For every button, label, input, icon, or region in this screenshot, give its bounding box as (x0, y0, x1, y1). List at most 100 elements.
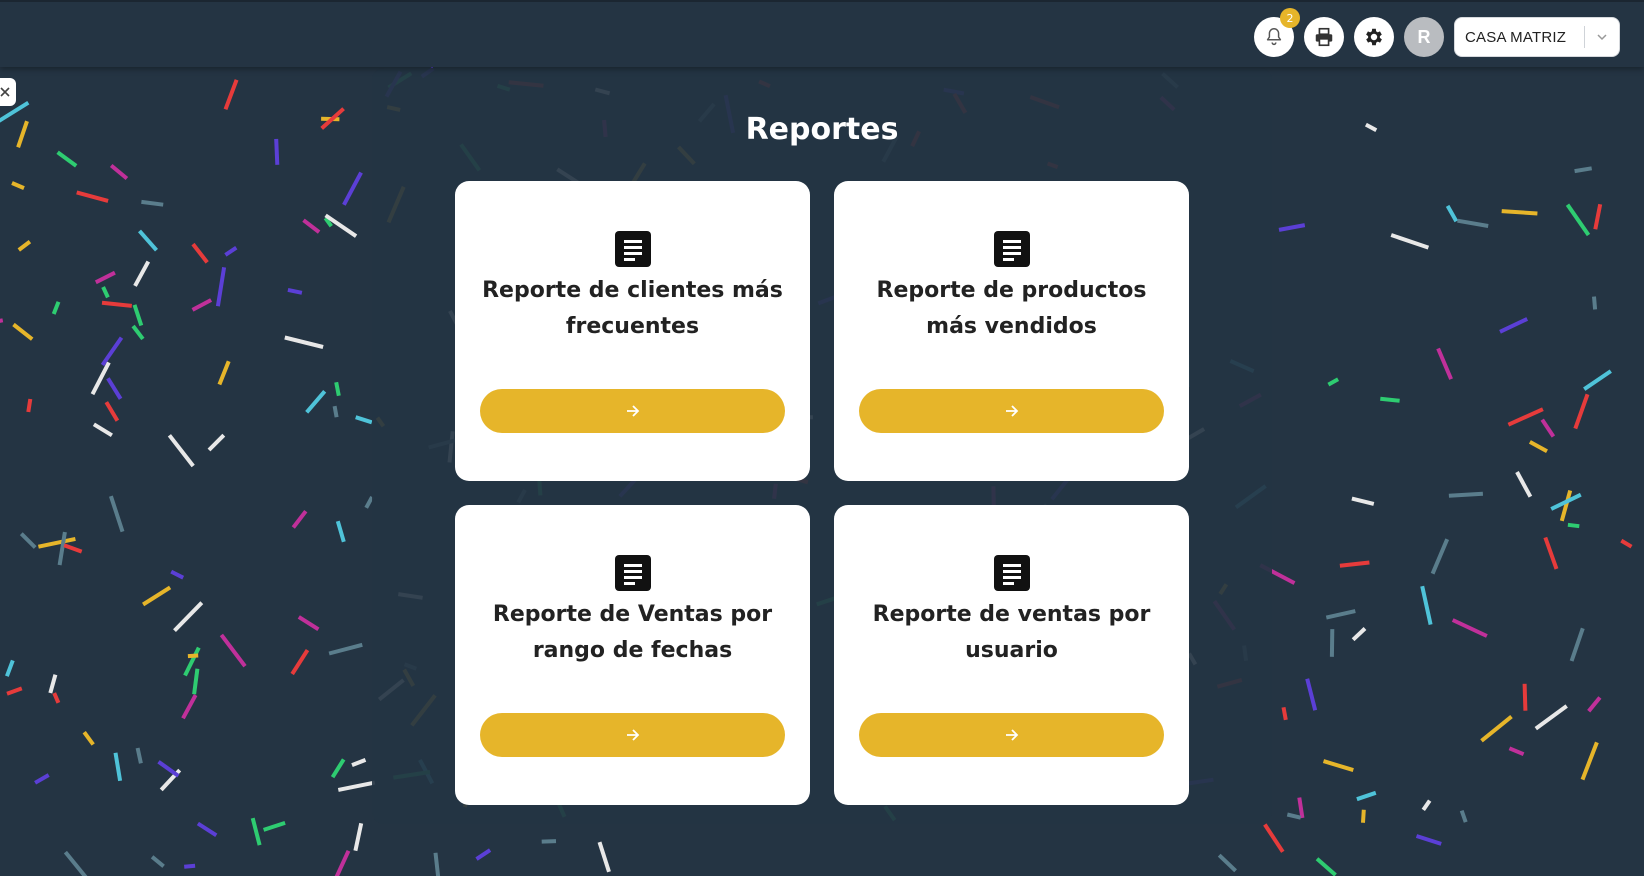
confetti-piece (353, 822, 364, 852)
confetti-piece (1459, 809, 1468, 823)
open-report-button[interactable] (859, 389, 1164, 433)
confetti-piece (19, 532, 37, 549)
confetti-piece (1569, 627, 1585, 662)
confetti-piece (92, 422, 113, 438)
report-card-title: Reporte de clientes más frecuentes (482, 278, 783, 339)
confetti-piece (1415, 834, 1442, 846)
open-report-button[interactable] (480, 713, 785, 757)
confetti-piece (1421, 799, 1432, 812)
open-report-button[interactable] (859, 713, 1164, 757)
confetti-piece (1436, 347, 1453, 380)
confetti-piece (90, 361, 111, 396)
confetti-piece (334, 849, 351, 876)
confetti-piece (192, 668, 200, 695)
confetti-piece (150, 855, 165, 868)
confetti-piece (217, 360, 231, 386)
arrow-right-icon (626, 405, 639, 417)
bell-icon (1266, 28, 1282, 46)
confetti-piece (1420, 585, 1433, 626)
confetti-piece (1325, 609, 1356, 620)
confetti-piece (287, 287, 303, 295)
confetti-piece (1380, 396, 1400, 403)
report-card-sales-by-date-range: Reporte de Ventas por rango de fechas (455, 505, 810, 805)
confetti-piece (191, 242, 209, 264)
confetti-piece (1480, 715, 1513, 743)
arrow-right-icon (626, 729, 639, 741)
confetti-piece (1448, 491, 1484, 498)
confetti-piece (132, 304, 144, 327)
confetti-piece (196, 821, 218, 837)
confetti-piece (291, 509, 308, 529)
branch-select[interactable]: CASA MATRIZ (1454, 17, 1620, 57)
confetti-piece (113, 752, 123, 782)
arrow-right-icon (1005, 405, 1018, 417)
confetti-piece (1451, 618, 1488, 638)
branch-select-value: CASA MATRIZ (1465, 28, 1567, 46)
confetti-piece (1457, 218, 1489, 228)
confetti-piece (1278, 223, 1306, 232)
document-icon (994, 231, 1030, 267)
confetti-piece (63, 543, 83, 554)
confetti-piece (1515, 471, 1533, 498)
confetti-piece (1390, 233, 1430, 250)
user-avatar[interactable]: R (1404, 17, 1444, 57)
confetti-piece (475, 848, 492, 861)
report-card-title: Reporte de ventas por usuario (872, 602, 1151, 663)
report-card-top-products: Reporte de productos más vendidos (834, 181, 1189, 481)
confetti-piece (1528, 440, 1548, 454)
confetti-piece (351, 758, 367, 767)
settings-button[interactable] (1354, 17, 1394, 57)
confetti-piece (137, 229, 159, 252)
confetti-piece (1263, 823, 1285, 853)
confetti-piece (1361, 809, 1366, 823)
confetti-piece (224, 246, 238, 257)
confetti-piece (334, 381, 341, 397)
confetti-piece (1339, 560, 1370, 568)
confetti-piece (337, 780, 376, 792)
confetti-piece (1507, 407, 1544, 427)
confetti-piece (94, 270, 116, 285)
confetti-piece (223, 79, 239, 111)
confetti-piece (11, 181, 25, 190)
confetti-piece (1540, 418, 1556, 438)
confetti-piece (34, 773, 50, 785)
confetti-piece (342, 171, 363, 206)
confetti-piece (328, 642, 363, 656)
notifications-button[interactable]: 2 (1254, 8, 1300, 57)
confetti-piece (207, 433, 226, 452)
confetti-piece (1567, 522, 1580, 529)
confetti-piece (157, 760, 180, 778)
confetti-piece (1351, 627, 1367, 642)
app-page: 2 R CASA MATRIZ Reportes Reporte de clie… (0, 0, 1644, 876)
confetti-piece (335, 520, 346, 543)
printer-icon (1315, 27, 1333, 47)
confetti-piece (181, 694, 198, 720)
confetti-piece (1620, 538, 1633, 549)
confetti-piece (167, 434, 195, 468)
confetti-piece (1565, 203, 1591, 237)
confetti-piece (305, 389, 327, 414)
confetti-piece (1522, 683, 1528, 711)
page-title: Reportes (745, 112, 899, 147)
confetti-piece (82, 731, 95, 746)
confetti-piece (1281, 706, 1288, 721)
confetti-piece (63, 850, 88, 876)
confetti-piece (5, 659, 15, 677)
confetti-piece (262, 820, 286, 832)
confetti-piece (141, 199, 164, 207)
confetti-piece (1217, 853, 1237, 873)
open-report-button[interactable] (480, 389, 785, 433)
confetti-piece (1445, 204, 1459, 223)
document-icon (615, 231, 651, 267)
confetti-piece (541, 839, 557, 844)
confetti-piece (142, 585, 172, 607)
confetti-piece (250, 817, 262, 846)
confetti-piece (51, 301, 61, 315)
gear-icon (1366, 28, 1382, 46)
confetti-piece (1508, 746, 1525, 757)
print-button[interactable] (1304, 17, 1344, 57)
confetti-piece (1592, 296, 1598, 310)
sidebar-toggle-button[interactable] (0, 78, 16, 106)
confetti-piece (302, 218, 321, 234)
confetti-piece (48, 674, 58, 694)
